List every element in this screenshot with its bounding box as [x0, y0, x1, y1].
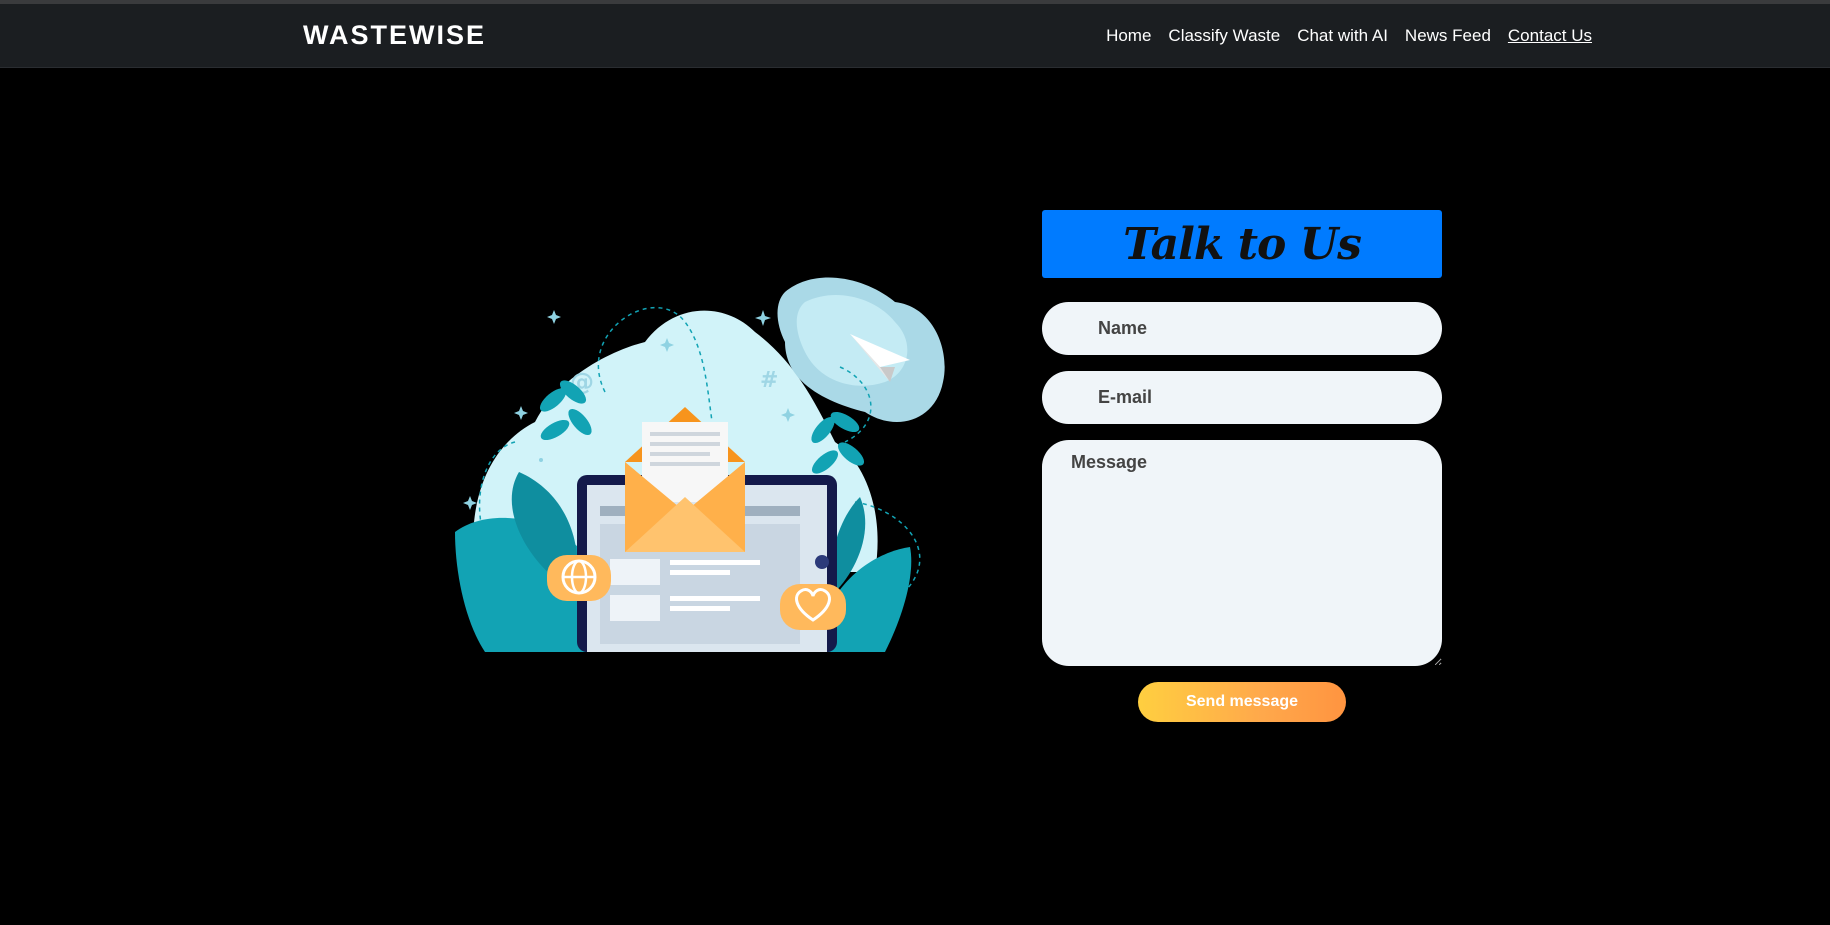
envelope-icon — [625, 407, 745, 552]
globe-icon — [547, 555, 611, 601]
envelope-tablet-illustration: @ # — [455, 277, 945, 652]
contact-form: Talk to Us Send message — [1042, 210, 1442, 722]
message-textarea[interactable] — [1042, 440, 1442, 666]
brand-logo[interactable]: WASTEWISE — [303, 20, 486, 51]
heart-icon — [780, 584, 846, 630]
navbar: WASTEWISE Home Classify Waste Chat with … — [0, 4, 1830, 68]
send-message-button[interactable]: Send message — [1138, 682, 1346, 722]
nav-link-chat-with-ai[interactable]: Chat with AI — [1297, 26, 1388, 46]
nav-link-contact-us[interactable]: Contact Us — [1508, 26, 1592, 46]
form-title: Talk to Us — [1042, 210, 1442, 278]
nav-link-classify-waste[interactable]: Classify Waste — [1168, 26, 1280, 46]
nav-link-news-feed[interactable]: News Feed — [1405, 26, 1491, 46]
nav-link-home[interactable]: Home — [1106, 26, 1151, 46]
email-input[interactable] — [1042, 371, 1442, 424]
name-input[interactable] — [1042, 302, 1442, 355]
nav-links: Home Classify Waste Chat with AI News Fe… — [1106, 26, 1592, 46]
hash-symbol: # — [760, 368, 778, 393]
